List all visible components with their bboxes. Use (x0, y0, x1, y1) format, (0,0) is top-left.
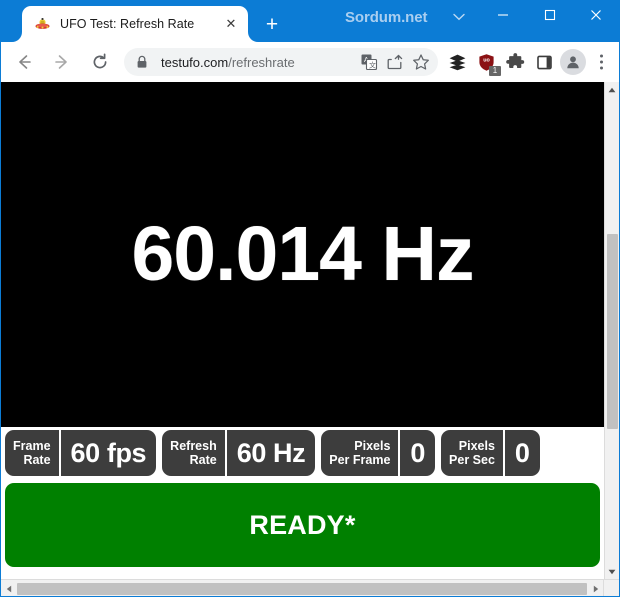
status-badge: READY* (5, 483, 600, 567)
tab-curve-left (12, 32, 22, 42)
stat-frame-rate-label: Frame Rate (5, 430, 59, 476)
stat-pixels-per-frame: Pixels Per Frame 0 (321, 430, 436, 476)
horizontal-scrollbar-thumb[interactable] (17, 583, 587, 595)
scroll-down-arrow-icon[interactable] (605, 564, 619, 579)
scrollbar-corner (603, 579, 619, 596)
scroll-right-arrow-icon[interactable] (588, 581, 603, 596)
vertical-scrollbar-thumb[interactable] (607, 234, 618, 429)
svg-text:uo: uo (483, 57, 490, 63)
stat-refresh-rate-value: 60 Hz (224, 430, 316, 476)
stat-label-line2: Rate (23, 453, 51, 467)
ufo-icon (34, 16, 51, 33)
star-icon[interactable] (408, 49, 434, 75)
close-button[interactable] (573, 0, 619, 30)
share-icon[interactable] (382, 49, 408, 75)
url-text: testufo.com/refreshrate (161, 55, 356, 70)
stat-label-line2: Per Sec (449, 453, 495, 467)
stat-frame-rate: Frame Rate 60 fps (5, 430, 157, 476)
stat-label-line1: Pixels (458, 439, 495, 453)
browser-menu-button[interactable] (588, 47, 614, 77)
avatar[interactable] (560, 49, 586, 75)
stat-frame-rate-value: 60 fps (58, 430, 157, 476)
ublock-badge-count: 1 (489, 66, 501, 76)
address-bar[interactable]: testufo.com/refreshrate A 文 (124, 48, 438, 76)
stat-pixels-per-sec-value: 0 (502, 430, 540, 476)
minimize-button[interactable] (480, 0, 526, 30)
status-text: READY* (249, 509, 356, 540)
ublock-origin-icon[interactable]: uo 1 (473, 49, 501, 76)
scroll-up-arrow-icon[interactable] (605, 82, 619, 97)
stat-pixels-per-frame-label: Pixels Per Frame (321, 430, 398, 476)
layers-extension-icon[interactable] (444, 49, 470, 75)
testufo-refresh-rate-page: 60.014 Hz Frame Rate 60 fps Refresh Rate… (1, 82, 604, 579)
side-panel-icon[interactable] (531, 49, 557, 75)
new-tab-button[interactable]: + (258, 10, 286, 38)
maximize-button[interactable] (527, 0, 573, 30)
svg-text:文: 文 (369, 60, 376, 69)
reload-button[interactable] (85, 47, 115, 77)
url-domain: testufo.com (161, 54, 229, 70)
stat-refresh-rate-label: Refresh Rate (162, 430, 225, 476)
forward-button[interactable] (47, 47, 77, 77)
translate-icon[interactable]: A 文 (356, 49, 382, 75)
tab-title: UFO Test: Refresh Rate (60, 17, 195, 31)
stat-refresh-rate: Refresh Rate 60 Hz (162, 430, 316, 476)
horizontal-scrollbar[interactable] (1, 579, 619, 596)
stat-label-line1: Frame (13, 439, 51, 453)
browser-tab-active[interactable]: UFO Test: Refresh Rate ✕ (22, 6, 248, 42)
chevron-down-icon[interactable] (450, 8, 468, 26)
stat-label-line2: Per Frame (329, 453, 391, 467)
stat-pixels-per-sec-label: Pixels Per Sec (441, 430, 503, 476)
lock-icon[interactable] (136, 55, 152, 69)
browser-toolbar: testufo.com/refreshrate A 文 (1, 42, 619, 82)
title-bar: UFO Test: Refresh Rate ✕ + Sordum.net (0, 0, 620, 42)
profile-name-label: Sordum.net (345, 8, 428, 26)
stat-label-line2: Rate (189, 453, 217, 467)
extensions-puzzle-icon[interactable] (502, 49, 528, 75)
stat-label-line1: Pixels (354, 439, 391, 453)
back-button[interactable] (9, 47, 39, 77)
page-viewport: 60.014 Hz Frame Rate 60 fps Refresh Rate… (1, 82, 619, 596)
tab-curve-right (248, 32, 258, 42)
refresh-rate-readout: 60.014 Hz (131, 211, 474, 297)
stat-pixels-per-sec: Pixels Per Sec 0 (441, 430, 540, 476)
url-path: /refreshrate (228, 54, 295, 70)
stat-pixels-per-frame-value: 0 (398, 430, 435, 476)
stats-row: Frame Rate 60 fps Refresh Rate 60 Hz Pix… (1, 427, 604, 479)
vertical-scrollbar[interactable] (604, 82, 619, 579)
scroll-left-arrow-icon[interactable] (1, 581, 16, 596)
stat-label-line1: Refresh (170, 439, 217, 453)
browser-window: UFO Test: Refresh Rate ✕ + Sordum.net te… (0, 0, 620, 597)
tab-close-icon[interactable]: ✕ (220, 13, 242, 35)
refresh-rate-stage: 60.014 Hz (1, 82, 604, 427)
